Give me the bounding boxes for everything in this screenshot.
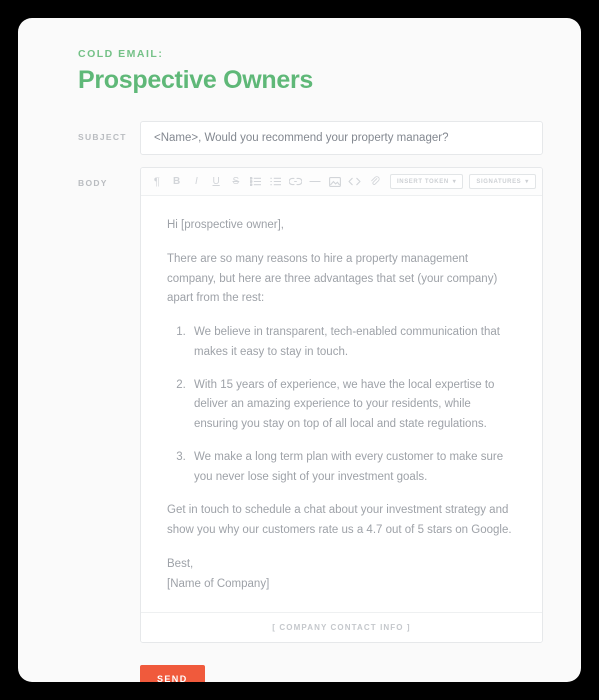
signatures-dropdown[interactable]: SIGNATURES ▾ [469,174,536,189]
intro-paragraph: There are so many reasons to hire a prop… [167,252,498,305]
rich-text-editor: ¶ B I U S INSERT TOKEN ▾ SIGNATURES ▾ Hi… [140,167,543,644]
signatures-label: SIGNATURES [476,178,522,185]
signoff-line: Best, [167,557,194,570]
signature-block: Best, [Name of Company] [167,555,516,595]
advantages-list: We believe in transparent, tech-enabled … [167,323,516,487]
list-item: We make a long term plan with every cust… [189,448,516,488]
subject-label: SUBJECT [78,132,127,142]
greeting-paragraph: Hi [prospective owner], [167,219,284,231]
editor-content-area[interactable]: Hi [prospective owner], There are so man… [141,196,542,612]
send-row: SEND [78,665,543,682]
ordered-list-icon[interactable] [266,171,286,193]
email-composer-card: COLD EMAIL: Prospective Owners SUBJECT B… [18,18,581,682]
unordered-list-icon[interactable] [246,171,266,193]
attachment-icon[interactable] [364,171,384,193]
subject-input[interactable] [140,121,543,155]
insert-token-dropdown[interactable]: INSERT TOKEN ▾ [390,174,464,189]
horizontal-rule-icon[interactable] [305,171,325,193]
send-button[interactable]: SEND [140,665,205,682]
list-item: We believe in transparent, tech-enabled … [189,323,516,363]
subject-control [140,121,543,155]
composer-inner: COLD EMAIL: Prospective Owners SUBJECT B… [78,48,543,682]
eyebrow-label: COLD EMAIL: [78,48,164,60]
italic-icon[interactable]: I [187,171,207,193]
body-control: ¶ B I U S INSERT TOKEN ▾ SIGNATURES ▾ Hi… [140,167,543,644]
paragraph-mark-icon[interactable]: ¶ [147,171,167,193]
strikethrough-icon[interactable]: S [226,171,246,193]
link-icon[interactable] [285,171,305,193]
insert-token-label: INSERT TOKEN [397,178,449,185]
image-icon[interactable] [325,171,345,193]
underline-icon[interactable]: U [206,171,226,193]
page-title: Prospective Owners [78,66,313,94]
code-icon[interactable] [345,171,365,193]
company-contact-info-footer: [ COMPANY CONTACT INFO ] [141,612,542,643]
chevron-down-icon: ▾ [525,179,529,185]
company-name-line: [Name of Company] [167,577,270,590]
closing-paragraph: Get in touch to schedule a chat about yo… [167,504,512,537]
body-field-row: BODY ¶ B I U S INSERT TOKEN ▾ SIGNATURES… [78,167,543,644]
bold-icon[interactable]: B [167,171,187,193]
chevron-down-icon: ▾ [452,179,457,185]
body-label: BODY [78,178,108,188]
editor-toolbar: ¶ B I U S INSERT TOKEN ▾ SIGNATURES ▾ [141,168,542,196]
subject-field-row: SUBJECT [78,121,543,155]
list-item: With 15 years of experience, we have the… [189,376,516,435]
